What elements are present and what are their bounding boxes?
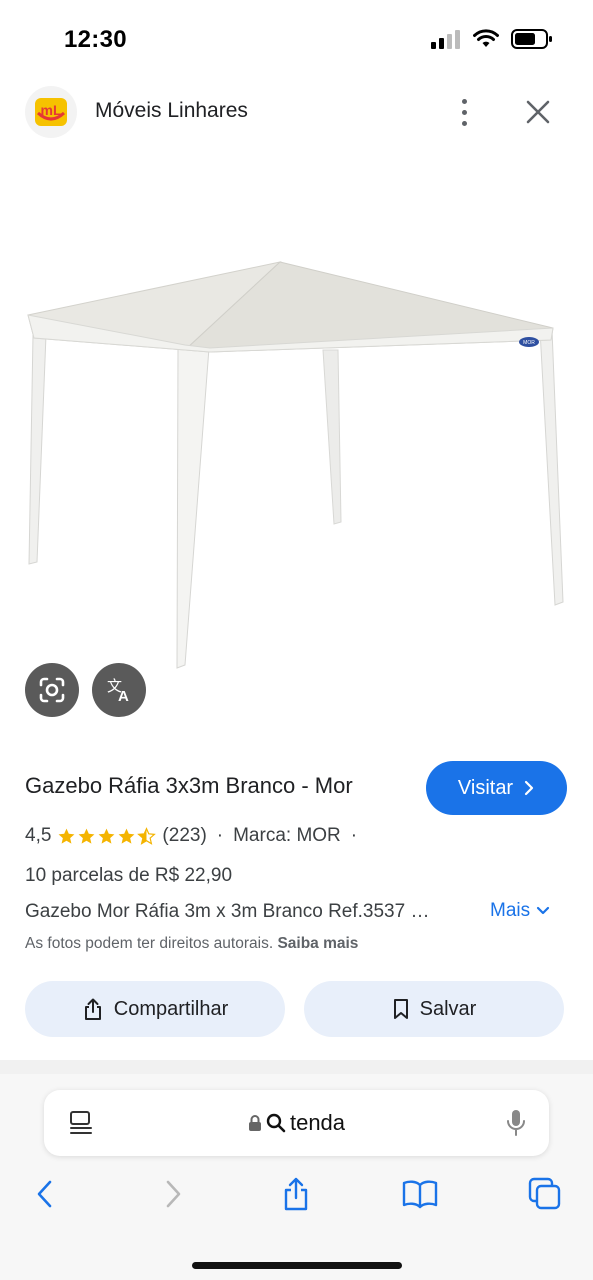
close-icon: [526, 100, 550, 124]
share-icon: [284, 1177, 308, 1211]
brand-label: Marca: MOR: [233, 825, 341, 846]
separator-end: ·: [350, 825, 358, 846]
share-icon: [84, 998, 101, 1020]
star-icon: [79, 828, 95, 844]
rating-row: 4,5 (223) · Marca: MOR ·: [25, 825, 357, 847]
visit-label: Visitar: [457, 776, 514, 799]
translate-icon: 文 A: [107, 677, 129, 705]
review-count: (223): [162, 825, 207, 846]
close-button[interactable]: [520, 94, 556, 130]
home-indicator: [192, 1262, 402, 1269]
browser-toolbar: [0, 1174, 593, 1218]
site-logo: mL: [25, 86, 77, 138]
star-icon: [59, 828, 75, 844]
share-label: Compartilhar: [113, 997, 229, 1020]
share-page-button[interactable]: [276, 1174, 316, 1214]
divider: [0, 1060, 593, 1074]
tabs-button[interactable]: [525, 1174, 565, 1214]
address-bar[interactable]: tenda: [44, 1090, 549, 1156]
rating-value: 4,5: [25, 825, 52, 846]
search-icon: [266, 1113, 286, 1133]
chevron-right-icon: [525, 780, 534, 796]
dot-icon: [461, 120, 467, 126]
star-icon: [99, 828, 115, 844]
more-link[interactable]: Mais: [490, 900, 550, 922]
address-text-wrap: tenda: [44, 1110, 549, 1136]
gazebo-back-leg: [322, 349, 342, 525]
more-label: Mais: [490, 900, 531, 921]
chevron-down-icon: [537, 906, 550, 915]
chevron-left-icon: [37, 1180, 52, 1208]
copyright-notice: As fotos podem ter direitos autorais. Sa…: [25, 935, 358, 953]
svg-text:A: A: [118, 688, 129, 705]
chevron-right-icon: [166, 1180, 181, 1208]
gazebo-image: MOR: [27, 261, 564, 669]
installments-text: 10 parcelas de R$ 22,90: [25, 865, 233, 886]
tabs-icon: [528, 1177, 561, 1210]
more-options-button[interactable]: [450, 94, 478, 130]
address-text: tenda: [289, 1110, 346, 1135]
product-description: Gazebo Mor Ráfia 3m x 3m Branco Ref.3537…: [25, 901, 430, 922]
status-bar: 12:30: [0, 0, 593, 80]
dot-icon: [461, 109, 467, 115]
gazebo-right-leg: [539, 329, 564, 606]
share-button[interactable]: Compartilhar: [25, 981, 285, 1037]
learn-more-link[interactable]: Saiba mais: [277, 935, 358, 952]
product-title: Gazebo Ráfia 3x3m Branco - Mor: [25, 773, 353, 798]
rating-stars: [57, 826, 157, 846]
bookmark-icon: [393, 999, 408, 1019]
mobile-linhares-logo-icon: mL: [35, 98, 67, 126]
microphone-icon[interactable]: [505, 1108, 527, 1138]
site-name: Móveis Linhares: [95, 99, 248, 122]
copyright-text: As fotos podem ter direitos autorais.: [25, 935, 274, 952]
status-icons: [431, 28, 553, 50]
gazebo-left-leg: [28, 334, 47, 565]
product-image[interactable]: MOR: [0, 150, 593, 740]
lock-icon: [248, 1115, 261, 1131]
signal-icon: [431, 30, 460, 49]
bookmarks-button[interactable]: [400, 1174, 440, 1214]
brand-badge-text: MOR: [523, 340, 535, 346]
wifi-icon: [473, 29, 499, 47]
separator: ·: [216, 825, 224, 846]
status-time: 12:30: [64, 26, 127, 53]
logo-text: mL: [41, 102, 62, 118]
translate-button[interactable]: 文 A: [92, 663, 146, 717]
gazebo-front-leg: [176, 347, 210, 669]
star-icon: [119, 828, 135, 844]
site-header: mL Móveis Linhares: [0, 84, 593, 140]
star-half-icon: [137, 826, 157, 845]
battery-icon: [511, 29, 552, 49]
book-icon: [402, 1180, 438, 1209]
save-button[interactable]: Salvar: [304, 981, 564, 1037]
save-label: Salvar: [419, 997, 477, 1020]
visit-button[interactable]: Visitar: [426, 761, 567, 815]
forward-button[interactable]: [153, 1174, 193, 1214]
google-lens-button[interactable]: [25, 663, 79, 717]
dot-icon: [461, 98, 467, 104]
lens-camera-icon: [39, 677, 65, 703]
back-button[interactable]: [25, 1174, 65, 1214]
browser-bar: tenda: [0, 1074, 593, 1280]
